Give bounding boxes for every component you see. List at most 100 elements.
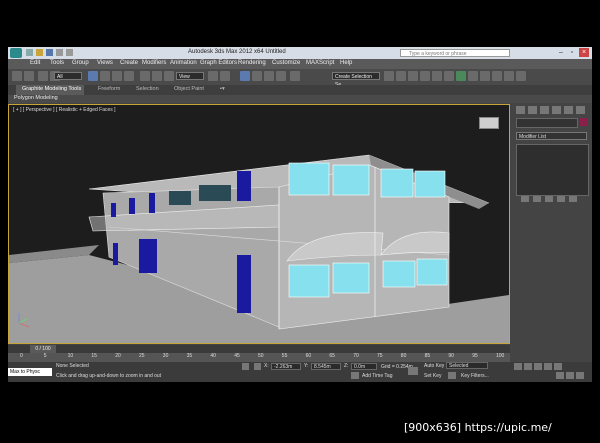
- track-bar[interactable]: 0 5 10 15 20 25 30 35 40 45 50 55 60 65 70 75 80 85 90 95 10…: [8, 353, 510, 362]
- remove-modifier-icon[interactable]: [557, 196, 565, 202]
- minimize-button[interactable]: –: [556, 48, 566, 57]
- tab-selection[interactable]: Selection: [136, 86, 159, 92]
- select-by-name-icon[interactable]: [100, 71, 110, 81]
- play-icon[interactable]: [534, 363, 542, 370]
- viewport-label[interactable]: [ + ] [ Perspective ] [ Realistic + Edge…: [13, 107, 116, 113]
- select-manipulate-icon[interactable]: [220, 71, 230, 81]
- create-tab-icon[interactable]: [516, 106, 525, 114]
- key-set-dropdown[interactable]: Selected: [446, 362, 488, 369]
- configure-sets-icon[interactable]: [569, 196, 577, 202]
- z-coordinate-field[interactable]: 0.0m: [351, 363, 377, 370]
- key-filters-button[interactable]: Key Filters...: [461, 373, 489, 379]
- tab-freeform[interactable]: Freeform: [98, 86, 120, 92]
- render-setup-icon[interactable]: [468, 71, 478, 81]
- menu-group[interactable]: Group: [72, 60, 89, 66]
- object-color-swatch[interactable]: [579, 118, 587, 126]
- menu-modifiers[interactable]: Modifiers: [142, 60, 166, 66]
- set-key-icon[interactable]: [448, 372, 456, 379]
- selection-filter-dropdown[interactable]: All: [54, 72, 82, 80]
- edit-named-selection-icon[interactable]: [290, 71, 300, 81]
- help-search-input[interactable]: Type a keyword or phrase: [400, 49, 510, 57]
- schematic-view-icon[interactable]: [444, 71, 454, 81]
- orbit-icon[interactable]: [566, 372, 574, 379]
- scale-icon[interactable]: [164, 71, 174, 81]
- reference-coordinate-dropdown[interactable]: View: [176, 72, 204, 80]
- menu-tools[interactable]: Tools: [50, 60, 64, 66]
- maximize-viewport-icon[interactable]: [576, 372, 584, 379]
- undo-icon[interactable]: [12, 71, 22, 81]
- close-button[interactable]: ×: [579, 48, 589, 57]
- tab-graphite-modeling-tools[interactable]: Graphite Modeling Tools: [22, 86, 81, 92]
- modifier-stack[interactable]: [516, 144, 589, 196]
- link-icon[interactable]: [38, 71, 48, 81]
- redo-icon[interactable]: [24, 71, 34, 81]
- menu-maxscript[interactable]: MAXScript: [306, 60, 334, 66]
- render-iterative-icon[interactable]: [504, 71, 514, 81]
- select-icon[interactable]: [88, 71, 98, 81]
- open-icon[interactable]: [36, 49, 43, 56]
- ribbon-options-icon[interactable]: ▪▾: [220, 86, 225, 92]
- rendered-frame-window-icon[interactable]: [480, 71, 490, 81]
- material-editor-icon[interactable]: [456, 71, 466, 81]
- redo-icon[interactable]: [66, 49, 73, 56]
- next-frame-icon[interactable]: [544, 363, 552, 370]
- named-selection-dropdown[interactable]: Create Selection Se: [332, 72, 380, 88]
- object-name-field[interactable]: [516, 118, 578, 128]
- zoom-icon[interactable]: [556, 372, 564, 379]
- make-unique-icon[interactable]: [545, 196, 553, 202]
- layer-manager-icon[interactable]: [408, 71, 418, 81]
- spinner-snap-icon[interactable]: [276, 71, 286, 81]
- modify-tab-icon[interactable]: [528, 106, 537, 114]
- hierarchy-tab-icon[interactable]: [540, 106, 549, 114]
- region-select-icon[interactable]: [112, 71, 122, 81]
- activeshade-icon[interactable]: [516, 71, 526, 81]
- perspective-viewport[interactable]: [ + ] [ Perspective ] [ Realistic + Edge…: [8, 104, 510, 344]
- maxscript-listener-field[interactable]: Max to Physc: [8, 368, 52, 376]
- pin-stack-icon[interactable]: [521, 196, 529, 202]
- pivot-icon[interactable]: [208, 71, 218, 81]
- maximize-button[interactable]: ▫: [567, 48, 577, 57]
- tab-polygon-modeling[interactable]: Polygon Modeling: [14, 95, 58, 101]
- save-icon[interactable]: [46, 49, 53, 56]
- new-icon[interactable]: [26, 49, 33, 56]
- mirror-icon[interactable]: [384, 71, 394, 81]
- x-coordinate-field[interactable]: -2.263m: [271, 363, 301, 370]
- menu-edit[interactable]: Edit: [30, 60, 40, 66]
- time-slider[interactable]: 0 / 100: [8, 345, 510, 353]
- undo-icon[interactable]: [56, 49, 63, 56]
- add-time-tag-icon[interactable]: [351, 372, 359, 379]
- angle-snap-icon[interactable]: [252, 71, 262, 81]
- graphite-toggle-icon[interactable]: [420, 71, 430, 81]
- tab-object-paint[interactable]: Object Paint: [174, 86, 204, 92]
- percent-snap-icon[interactable]: [264, 71, 274, 81]
- set-key-button[interactable]: Set Key: [424, 373, 442, 379]
- display-tab-icon[interactable]: [564, 106, 573, 114]
- menu-customize[interactable]: Customize: [272, 60, 300, 66]
- show-end-result-icon[interactable]: [533, 196, 541, 202]
- motion-tab-icon[interactable]: [552, 106, 561, 114]
- viewcube-icon[interactable]: [479, 117, 499, 129]
- goto-start-icon[interactable]: [514, 363, 522, 370]
- auto-key-button[interactable]: Auto Key: [424, 363, 444, 369]
- utilities-tab-icon[interactable]: [576, 106, 585, 114]
- window-crossing-icon[interactable]: [124, 71, 134, 81]
- menu-create[interactable]: Create: [120, 60, 138, 66]
- transform-mode-icon[interactable]: [254, 363, 261, 370]
- render-production-icon[interactable]: [492, 71, 502, 81]
- menu-animation[interactable]: Animation: [170, 60, 197, 66]
- move-icon[interactable]: [140, 71, 150, 81]
- y-coordinate-field[interactable]: 8.545m: [311, 363, 341, 370]
- menu-views[interactable]: Views: [97, 60, 113, 66]
- snap-toggle-icon[interactable]: [240, 71, 250, 81]
- modifier-list-dropdown[interactable]: Modifier List: [516, 132, 587, 140]
- menu-graph-editors[interactable]: Graph Editors: [200, 60, 237, 66]
- lock-selection-icon[interactable]: [242, 363, 249, 370]
- goto-end-icon[interactable]: [554, 363, 562, 370]
- curve-editor-icon[interactable]: [432, 71, 442, 81]
- add-time-tag[interactable]: Add Time Tag: [362, 373, 392, 379]
- align-icon[interactable]: [396, 71, 406, 81]
- previous-frame-icon[interactable]: [524, 363, 532, 370]
- rotate-icon[interactable]: [152, 71, 162, 81]
- frame-counter[interactable]: 0 / 100: [30, 345, 56, 353]
- menu-help[interactable]: Help: [340, 60, 352, 66]
